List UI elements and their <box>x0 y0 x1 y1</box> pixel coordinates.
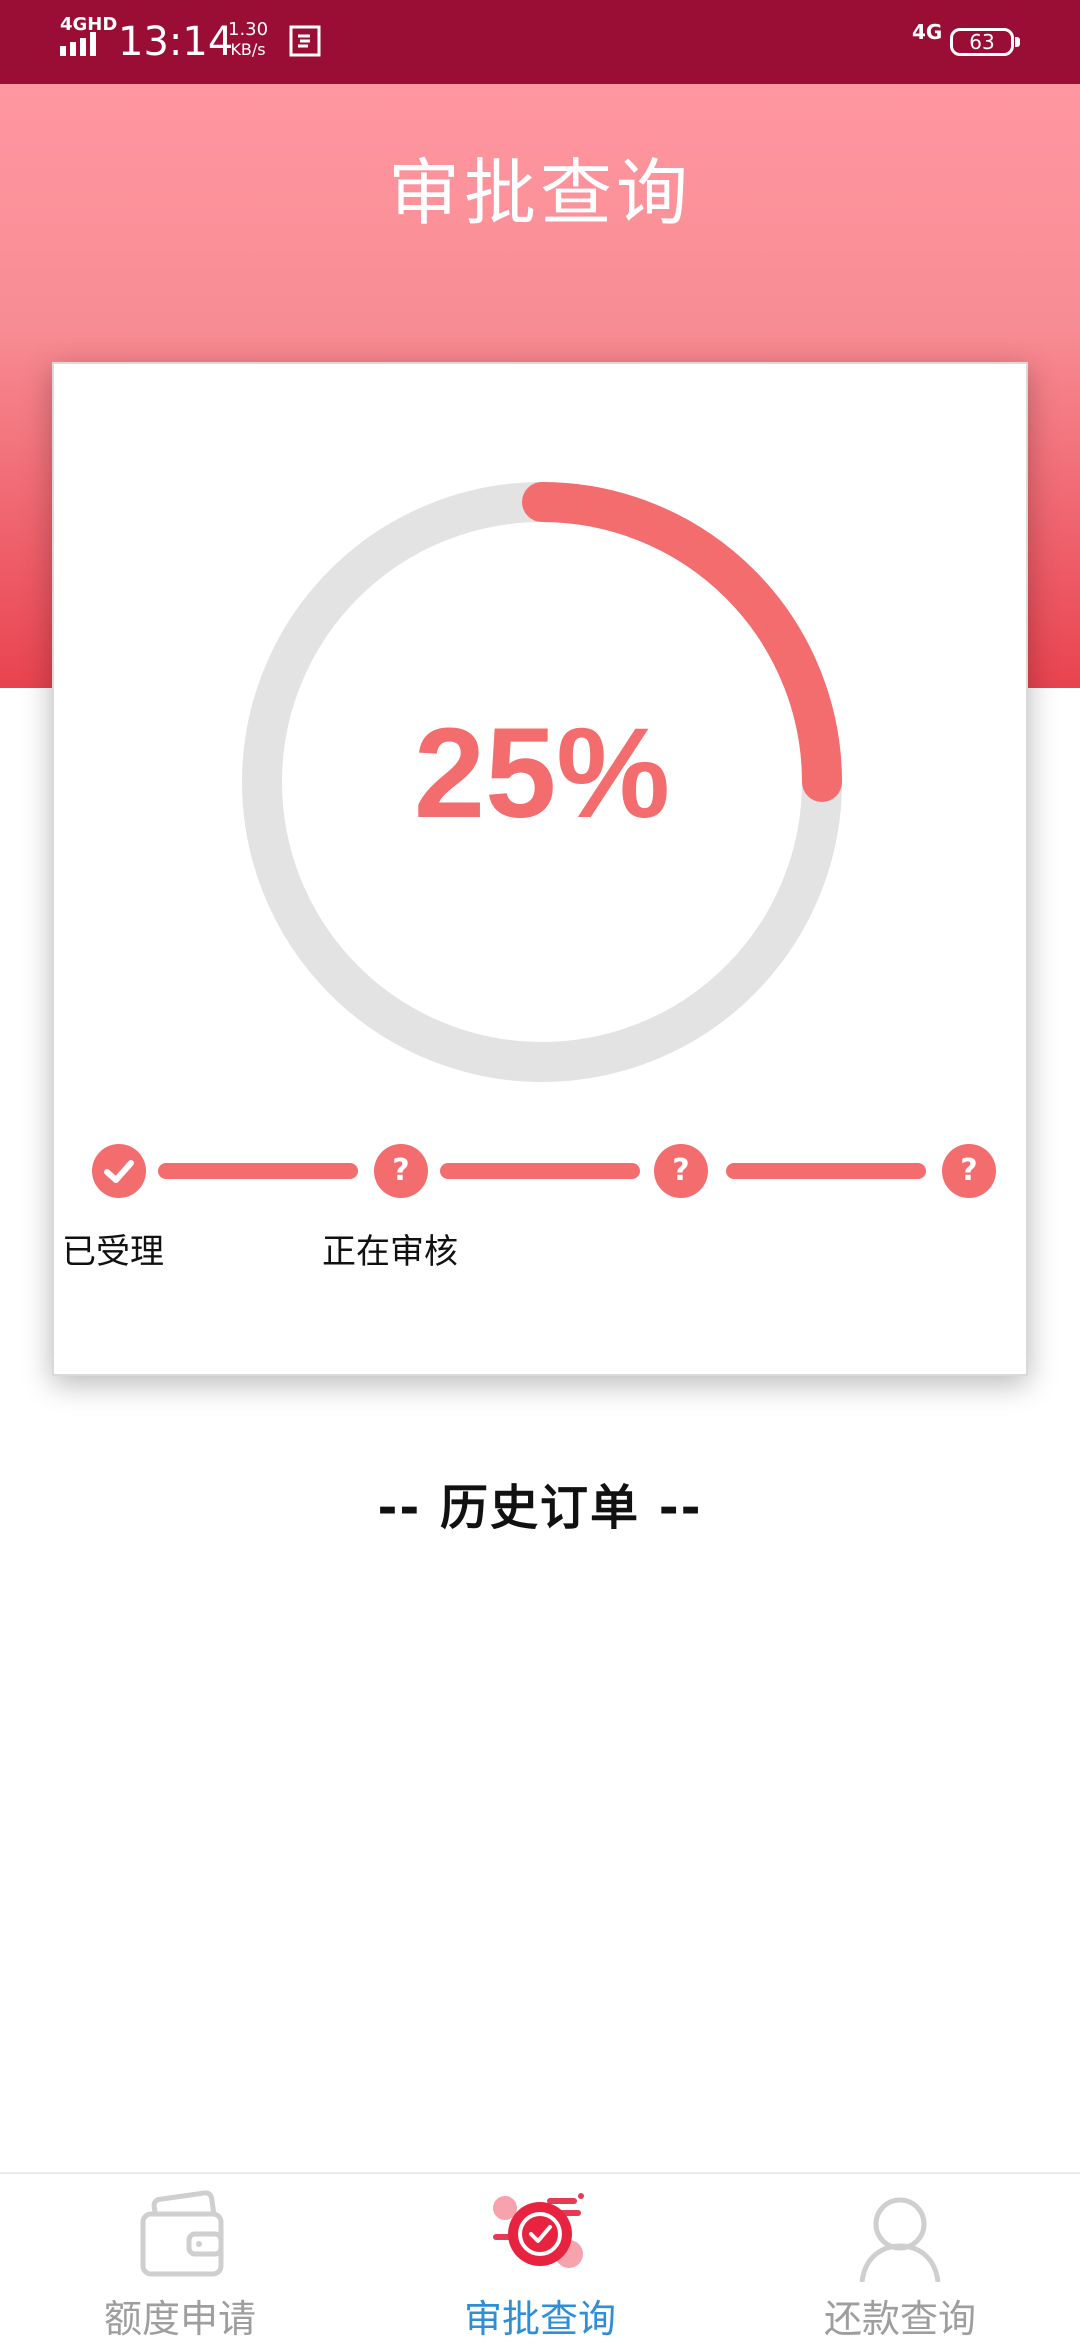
bottom-navigation: 额度申请 审批查询 还款查询 <box>0 2172 1080 2342</box>
page-title: 审批查询 <box>387 151 692 235</box>
nav-label-credit-apply: 额度申请 <box>103 2297 256 2341</box>
step-4-question-icon: ? <box>942 1144 996 1198</box>
status-bar: 4GHD 13:14 1.30 KB/s 4G 63 <box>0 0 1080 84</box>
speed-unit: KB/s <box>230 40 266 59</box>
user-icon <box>859 2197 941 2283</box>
step-1-label: 已受理 <box>62 1232 164 1272</box>
approval-check-icon <box>493 2193 584 2268</box>
nav-label-approval-query: 审批查询 <box>463 2297 616 2341</box>
step-connector-1 <box>158 1163 358 1179</box>
screenshot-icon <box>289 25 321 57</box>
signal-icon <box>60 32 96 56</box>
battery-icon: 63 <box>950 28 1020 56</box>
progress-percent: 25% <box>413 702 671 845</box>
step-2-question-icon: ? <box>374 1144 428 1198</box>
nav-label-repayment-query: 还款查询 <box>823 2297 976 2341</box>
step-1-check-icon <box>92 1144 146 1198</box>
nav-item-repayment-query[interactable]: 还款查询 <box>720 2174 1080 2342</box>
nav-item-approval-query[interactable]: 审批查询 <box>360 2174 720 2342</box>
speed-value: 1.30 <box>228 19 269 40</box>
step-2-label: 正在审核 <box>322 1232 458 1272</box>
clock: 13:14 <box>118 19 234 65</box>
mobile-data-indicator: 4G <box>912 20 943 44</box>
approval-steps: ? ? ? 已受理 正在审核 <box>54 1144 1030 1284</box>
approval-progress-card: 25% ? ? ? 已受理 正在审核 <box>52 362 1028 1376</box>
history-orders-title: -- 历史订单 -- <box>377 1480 703 1536</box>
step-connector-2 <box>440 1163 640 1179</box>
step-3-question-icon: ? <box>654 1144 708 1198</box>
network-speed: 1.30 KB/s <box>228 20 268 60</box>
wallet-icon <box>140 2190 224 2277</box>
nav-item-credit-apply[interactable]: 额度申请 <box>0 2174 360 2342</box>
battery-level: 63 <box>969 30 995 54</box>
step-connector-3 <box>726 1163 926 1179</box>
